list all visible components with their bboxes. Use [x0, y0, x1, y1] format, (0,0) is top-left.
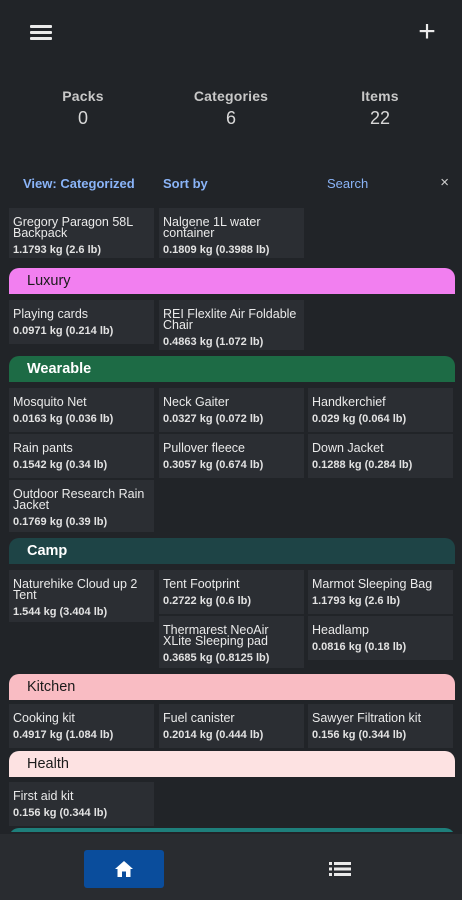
add-item-button[interactable]: +: [412, 14, 442, 50]
item-name: Headlamp: [312, 623, 369, 637]
item-weight: 0.3057 kg (0.674 lb): [163, 459, 264, 471]
item-card[interactable]: Mosquito Net 0.0163 kg (0.036 lb): [9, 388, 154, 432]
item-weight: 0.4917 kg (1.084 lb): [13, 729, 114, 741]
sort-by-button[interactable]: Sort by: [163, 176, 208, 191]
item-card[interactable]: Naturehike Cloud up 2 Tent 1.544 kg (3.4…: [9, 570, 154, 622]
list-icon: [329, 861, 351, 877]
item-card[interactable]: Tent Footprint 0.2722 kg (0.6 lb): [159, 570, 304, 614]
hamburger-icon: [30, 25, 52, 28]
item-name: Nalgene 1L water container: [163, 215, 261, 240]
item-name: Cooking kit: [13, 711, 75, 725]
item-name: REI Flexlite Air Foldable Chair: [163, 307, 297, 332]
list-controls: View: Categorized Sort by Search ×: [0, 172, 462, 196]
item-name: Rain pants: [13, 441, 73, 455]
item-name: Mosquito Net: [13, 395, 87, 409]
item-weight: 0.1288 kg (0.284 lb): [312, 459, 413, 471]
item-weight: 0.1769 kg (0.39 lb): [13, 516, 108, 528]
clear-search-button[interactable]: ×: [440, 174, 449, 191]
item-weight: 0.0816 kg (0.18 lb): [312, 641, 407, 653]
item-name: First aid kit: [13, 789, 74, 803]
item-card[interactable]: Pullover fleece 0.3057 kg (0.674 lb): [159, 434, 304, 478]
item-weight: 0.0163 kg (0.036 lb): [13, 413, 114, 425]
item-card[interactable]: Gregory Paragon 58L Backpack 1.1793 kg (…: [9, 208, 154, 258]
hamburger-icon-line: [30, 37, 52, 40]
item-card[interactable]: Down Jacket 0.1288 kg (0.284 lb): [308, 434, 453, 478]
item-weight: 0.156 kg (0.344 lb): [13, 807, 108, 819]
item-weight: 0.029 kg (0.064 lb): [312, 413, 407, 425]
stat-label: Categories: [193, 88, 269, 104]
hamburger-menu-button[interactable]: [30, 22, 60, 44]
item-card[interactable]: Cooking kit 0.4917 kg (1.084 lb): [9, 704, 154, 748]
item-name: Handkerchief: [312, 395, 386, 409]
item-name: Outdoor Research Rain Jacket: [13, 487, 145, 512]
item-card[interactable]: Fuel canister 0.2014 kg (0.444 lb): [159, 704, 304, 748]
stat-label: Packs: [62, 88, 104, 104]
item-name: Pullover fleece: [163, 441, 245, 455]
category-header-health[interactable]: Health: [9, 751, 455, 777]
item-card[interactable]: First aid kit 0.156 kg (0.344 lb): [9, 782, 154, 826]
item-weight: 0.156 kg (0.344 lb): [312, 729, 407, 741]
category-header-next[interactable]: [9, 828, 455, 832]
stat-label: Items: [361, 88, 399, 104]
nav-list-button[interactable]: [300, 850, 380, 888]
category-header-camp[interactable]: Camp: [9, 538, 455, 564]
stat-items: Items 22: [320, 88, 440, 129]
item-weight: 1.544 kg (3.404 lb): [13, 606, 108, 618]
item-name: Down Jacket: [312, 441, 384, 455]
nav-home-button[interactable]: [84, 850, 164, 888]
item-card[interactable]: Sawyer Filtration kit 0.156 kg (0.344 lb…: [308, 704, 453, 748]
item-weight: 0.0327 kg (0.072 lb): [163, 413, 264, 425]
item-card[interactable]: Outdoor Research Rain Jacket 0.1769 kg (…: [9, 480, 154, 532]
item-list[interactable]: Gregory Paragon 58L Backpack 1.1793 kg (…: [0, 208, 462, 832]
item-weight: 0.1542 kg (0.34 lb): [13, 459, 108, 471]
item-card[interactable]: Playing cards 0.0971 kg (0.214 lb): [9, 300, 154, 344]
item-weight: 0.3685 kg (0.8125 lb): [163, 652, 270, 664]
item-name: Sawyer Filtration kit: [312, 711, 422, 725]
item-name: Playing cards: [13, 307, 89, 321]
item-weight: 1.1793 kg (2.6 lb): [13, 244, 102, 256]
item-card[interactable]: Thermarest NeoAir XLite Sleeping pad 0.3…: [159, 616, 304, 668]
item-card[interactable]: REI Flexlite Air Foldable Chair 0.4863 k…: [159, 300, 304, 350]
hamburger-icon-line: [30, 31, 52, 34]
view-mode-button[interactable]: View: Categorized: [23, 176, 135, 191]
item-weight: 0.2722 kg (0.6 lb): [163, 595, 252, 607]
item-weight: 0.2014 kg (0.444 lb): [163, 729, 264, 741]
item-name: Fuel canister: [163, 711, 235, 725]
stat-value: 6: [225, 108, 236, 128]
item-card[interactable]: Nalgene 1L water container 0.1809 kg (0.…: [159, 208, 304, 258]
stat-value: 0: [77, 108, 88, 128]
item-name: Tent Footprint: [163, 577, 240, 591]
stat-packs: Packs 0: [23, 88, 143, 129]
item-card[interactable]: Rain pants 0.1542 kg (0.34 lb): [9, 434, 154, 478]
stat-categories: Categories 6: [171, 88, 291, 129]
item-name: Thermarest NeoAir XLite Sleeping pad: [163, 623, 269, 648]
item-name: Neck Gaiter: [163, 395, 229, 409]
item-name: Gregory Paragon 58L Backpack: [13, 215, 133, 240]
item-card[interactable]: Neck Gaiter 0.0327 kg (0.072 lb): [159, 388, 304, 432]
item-weight: 0.0971 kg (0.214 lb): [13, 325, 114, 337]
home-icon: [114, 859, 134, 879]
search-input[interactable]: Search: [327, 176, 368, 191]
stats-summary: Packs 0 Categories 6 Items 22: [0, 88, 462, 138]
top-app-bar: +: [0, 0, 462, 64]
item-card[interactable]: Handkerchief 0.029 kg (0.064 lb): [308, 388, 453, 432]
bottom-navigation: [0, 834, 462, 900]
item-card[interactable]: Marmot Sleeping Bag 1.1793 kg (2.6 lb): [308, 570, 453, 614]
category-header-luxury[interactable]: Luxury: [9, 268, 455, 294]
category-header-kitchen[interactable]: Kitchen: [9, 674, 455, 700]
stat-value: 22: [369, 108, 391, 128]
item-weight: 0.1809 kg (0.3988 lb): [163, 244, 270, 256]
item-weight: 0.4863 kg (1.072 lb): [163, 336, 264, 348]
category-header-wearable[interactable]: Wearable: [9, 356, 455, 382]
item-weight: 1.1793 kg (2.6 lb): [312, 595, 401, 607]
item-name: Naturehike Cloud up 2 Tent: [13, 577, 138, 602]
item-name: Marmot Sleeping Bag: [312, 577, 433, 591]
item-card[interactable]: Headlamp 0.0816 kg (0.18 lb): [308, 616, 453, 660]
